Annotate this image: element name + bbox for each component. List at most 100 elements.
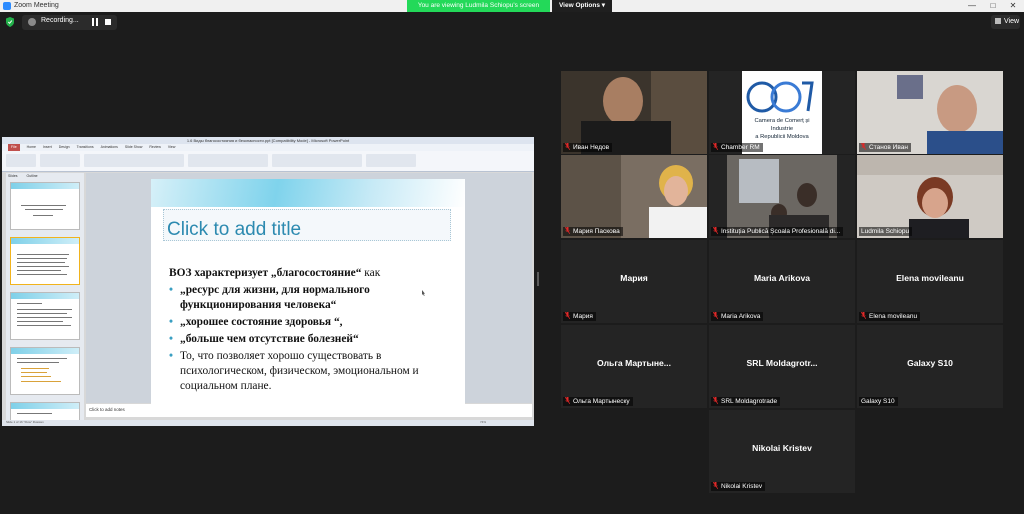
muted-mic-icon	[565, 227, 570, 234]
ribbon-tab-design[interactable]: Design	[59, 144, 70, 151]
ribbon-tab-home[interactable]: Home	[27, 144, 36, 151]
participant-tile[interactable]: Galaxy S10 Galaxy S10	[857, 325, 1003, 408]
ribbon-tab-review[interactable]: Review	[149, 144, 160, 151]
paragraph-group[interactable]	[188, 154, 268, 167]
slide-thumbnail[interactable]	[10, 182, 80, 230]
tab-slides[interactable]: Slides	[8, 174, 18, 178]
participant-label-text: Nikolai Kristev	[721, 483, 763, 490]
zoom-level[interactable]: 74%	[480, 420, 486, 424]
close-button[interactable]: ✕	[1003, 0, 1023, 12]
participant-tile[interactable]: Instituția Publică Școala Profesională d…	[709, 155, 855, 238]
participant-label-text: Мария	[573, 313, 593, 320]
current-slide: Click to add title ВОЗ характеризует „бл…	[151, 179, 465, 405]
security-shield-icon[interactable]	[6, 17, 14, 27]
clipboard-group[interactable]	[6, 154, 36, 167]
participant-name-label: Станов Иван	[859, 143, 911, 152]
participant-display-name: Nikolai Kristev	[752, 443, 812, 453]
grid-icon	[995, 18, 1001, 24]
participant-video-school	[709, 155, 855, 238]
recording-cloud-icon	[28, 18, 36, 26]
participant-label-text: Мария Паскова	[573, 228, 620, 235]
participant-video-stanov-ivan	[857, 71, 1003, 154]
ribbon-tab-slideshow[interactable]: Slide Show	[125, 144, 143, 151]
participant-display-name: Elena movileanu	[896, 273, 964, 283]
view-options-button[interactable]: View Options ▾	[552, 0, 612, 12]
muted-mic-icon	[713, 482, 718, 489]
participant-tile[interactable]: Elena movileanu Elena movileanu	[857, 240, 1003, 323]
participant-name-label: Иван Недов	[563, 143, 613, 152]
stop-recording-icon[interactable]	[105, 19, 111, 25]
participant-name-label: Мария	[563, 312, 596, 321]
slide-bullet-list: „ресурс для жизни, для нормального функц…	[169, 283, 459, 394]
participant-tile[interactable]: Maria Arikova Maria Arikova	[709, 240, 855, 323]
slide-lead: ВОЗ характеризует „благосостояние“ как	[169, 266, 459, 281]
participant-tile[interactable]: Camera de Comerț și Industrie a Republici…	[709, 71, 855, 154]
participant-label-text: SRL Moldagrotrade	[721, 398, 778, 405]
editing-group[interactable]	[366, 154, 416, 167]
muted-mic-icon	[565, 143, 570, 150]
view-button[interactable]: View	[991, 15, 1020, 29]
participant-name-label: SRL Moldagrotrade	[711, 397, 781, 406]
notes-pane[interactable]	[86, 404, 532, 417]
participant-tile[interactable]: Иван Недов	[561, 71, 707, 154]
meeting-top-bar	[0, 12, 1024, 34]
participant-tile[interactable]: Мария Мария	[561, 240, 707, 323]
participant-label-text: Maria Arikova	[721, 313, 761, 320]
minimize-button[interactable]: —	[962, 0, 982, 12]
zoom-logo-icon	[3, 2, 11, 10]
slide-bullet: То, что позволяет хорошо существовать в …	[169, 349, 459, 394]
participant-label-text: Ludmila Schiopu	[861, 228, 910, 235]
participant-name-label: Мария Паскова	[563, 227, 623, 236]
participant-tile-active-speaker[interactable]: Ludmila Schiopu	[857, 155, 1003, 238]
slide-thumbnail[interactable]	[10, 402, 80, 421]
drawing-group[interactable]	[272, 154, 362, 167]
ribbon-tab-view[interactable]: View	[168, 144, 176, 151]
participant-display-name: Maria Arikova	[753, 273, 811, 283]
participant-label-text: Elena movileanu	[869, 313, 918, 320]
muted-mic-icon	[713, 397, 718, 404]
slide-bullet: „хорошее состояние здоровья “,	[169, 315, 459, 330]
slides-panel-tabs: Slides Outline	[8, 174, 86, 180]
participant-label-text: Chamber RM	[721, 144, 760, 151]
powerpoint-status-bar: Slide 1 of 16 "Flow" Russian 74%	[2, 420, 534, 426]
participant-tile[interactable]: Ольга Мартыне... Ольга Мартынеску	[561, 325, 707, 408]
ribbon-tab-file[interactable]: File	[8, 144, 20, 151]
maximize-button[interactable]: □	[983, 0, 1003, 12]
recording-label: Recording...	[41, 17, 79, 24]
view-button-label: View	[1004, 18, 1020, 25]
participant-tile[interactable]: Nikolai Kristev Nikolai Kristev	[709, 410, 855, 493]
participant-tile[interactable]: Станов Иван	[857, 71, 1003, 154]
status-slide-info: Slide 1 of 16 "Flow" Russian	[6, 420, 44, 424]
participant-label-text: Станов Иван	[869, 144, 908, 151]
font-group[interactable]	[84, 154, 184, 167]
participant-name-label: Galaxy S10	[859, 397, 898, 406]
tab-outline[interactable]: Outline	[27, 174, 38, 178]
notes-placeholder: Click to add notes	[89, 407, 125, 412]
participant-tile[interactable]: SRL Moldagrotr... SRL Moldagrotrade	[709, 325, 855, 408]
slide-thumbnail[interactable]	[10, 347, 80, 395]
ribbon-tab-insert[interactable]: Insert	[43, 144, 52, 151]
participant-name-label: Ольга Мартынеску	[563, 397, 633, 406]
slide-thumbnail[interactable]	[10, 292, 80, 340]
slides-group[interactable]	[40, 154, 80, 167]
slide-body[interactable]: ВОЗ характеризует „благосостояние“ как „…	[169, 266, 459, 396]
viewing-screen-banner: You are viewing Ludmila Schiopu's screen	[407, 0, 550, 12]
participant-label-text: Instituția Publică Școala Profesională d…	[721, 228, 841, 235]
slide-lead-bold: ВОЗ характеризует „благосостояние“	[169, 267, 362, 279]
participant-name-label: Ludmila Schiopu	[859, 227, 913, 236]
participant-display-name: Мария	[620, 273, 648, 283]
slide-header-wave	[151, 179, 465, 207]
ribbon-tab-animations[interactable]: Animations	[101, 144, 118, 151]
slide-title-placeholder[interactable]: Click to add title	[167, 219, 301, 241]
slide-thumbnail-selected[interactable]	[10, 237, 80, 285]
muted-mic-icon	[861, 143, 866, 150]
panel-splitter-handle[interactable]	[537, 272, 539, 286]
participant-name-label: Elena movileanu	[859, 312, 921, 321]
participant-video-maria-paskova	[561, 155, 707, 238]
ribbon-tabs: File Home Insert Design Transitions Anim…	[2, 144, 534, 151]
pause-recording-icon[interactable]	[91, 18, 99, 26]
ribbon-tab-transitions[interactable]: Transitions	[77, 144, 94, 151]
participant-display-name: SRL Moldagrotr...	[746, 358, 818, 368]
participant-tile[interactable]: Мария Паскова	[561, 155, 707, 238]
muted-mic-icon	[713, 143, 718, 150]
